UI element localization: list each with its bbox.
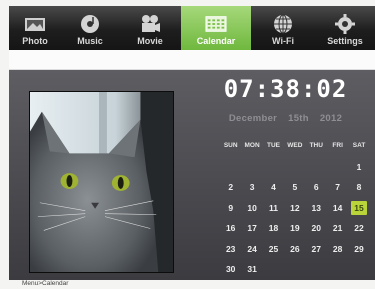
empty-day-cell bbox=[263, 157, 284, 178]
day-cell[interactable]: 28 bbox=[327, 239, 348, 260]
day-cell[interactable]: 13 bbox=[306, 198, 327, 219]
breadcrumb: Menu>Calendar bbox=[22, 280, 69, 287]
date-day: 15th bbox=[288, 113, 309, 124]
day-cell[interactable]: 24 bbox=[241, 239, 262, 260]
tab-label-settings: Settings bbox=[327, 36, 363, 46]
tab-label-photo: Photo bbox=[22, 36, 48, 46]
day-cell[interactable]: 31 bbox=[241, 259, 262, 280]
gear-icon bbox=[334, 14, 356, 34]
tab-label-movie: Movie bbox=[137, 36, 163, 46]
empty-day-cell bbox=[327, 157, 348, 178]
day-cell[interactable]: 30 bbox=[220, 259, 241, 280]
empty-day-cell bbox=[241, 157, 262, 178]
day-cell[interactable]: 2 bbox=[220, 177, 241, 198]
calendar-screen: 07:38:02 December 15th 2012 SUN MON TUE WED… bbox=[9, 70, 375, 280]
day-cell[interactable]: 23 bbox=[220, 239, 241, 260]
weekday-header: SAT bbox=[352, 142, 366, 149]
day-cell[interactable]: 5 bbox=[284, 177, 305, 198]
day-cell[interactable]: 3 bbox=[241, 177, 262, 198]
tab-label-calendar: Calendar bbox=[196, 36, 236, 46]
empty-day-cell bbox=[306, 259, 327, 280]
day-cell[interactable]: 19 bbox=[284, 218, 305, 239]
day-cell[interactable]: 11 bbox=[263, 198, 284, 219]
cat-photo bbox=[30, 92, 173, 272]
day-cell[interactable]: 16 bbox=[220, 218, 241, 239]
current-date: December 15th 2012 bbox=[196, 108, 375, 130]
clock-time: 07:38:02 bbox=[223, 75, 348, 103]
day-cell[interactable]: 18 bbox=[263, 218, 284, 239]
movie-icon bbox=[139, 14, 161, 34]
day-cell[interactable]: 26 bbox=[284, 239, 305, 260]
weekday-header: THU bbox=[309, 142, 323, 149]
music-icon bbox=[79, 14, 101, 34]
date-year: 2012 bbox=[319, 113, 343, 124]
tab-label-wifi: Wi-Fi bbox=[272, 36, 294, 46]
empty-day-cell bbox=[348, 259, 369, 280]
day-cell[interactable]: 21 bbox=[327, 218, 348, 239]
weekday-header: SUN bbox=[223, 142, 238, 149]
weekday-header: MON bbox=[244, 142, 260, 149]
empty-day-cell bbox=[284, 259, 305, 280]
photo-icon bbox=[24, 14, 46, 34]
empty-day-cell bbox=[327, 259, 348, 280]
empty-day-cell bbox=[284, 157, 305, 178]
day-cell[interactable]: 25 bbox=[263, 239, 284, 260]
day-cell[interactable]: 14 bbox=[327, 198, 348, 219]
day-cell[interactable]: 22 bbox=[348, 218, 369, 239]
day-cell[interactable]: 27 bbox=[306, 239, 327, 260]
tab-calendar[interactable]: Calendar bbox=[181, 6, 251, 50]
tab-music[interactable]: Music bbox=[61, 6, 119, 50]
globe-icon bbox=[272, 14, 294, 34]
tab-settings[interactable]: Settings bbox=[315, 6, 375, 50]
date-month: December bbox=[228, 113, 278, 124]
day-cell[interactable]: 17 bbox=[241, 218, 262, 239]
empty-day-cell bbox=[306, 157, 327, 178]
day-cell[interactable]: 6 bbox=[306, 177, 327, 198]
day-cell[interactable]: 10 bbox=[241, 198, 262, 219]
tab-photo[interactable]: Photo bbox=[9, 6, 61, 50]
calendar-panel: 07:38:02 December 15th 2012 SUN MON TUE WED… bbox=[196, 70, 375, 280]
empty-day-cell bbox=[263, 259, 284, 280]
calendar-grid: SUN MON TUE WED THU FRI SAT 1 2 3 4 5 6 7 8 9 10 11 12 13 14… bbox=[220, 136, 370, 280]
weekday-header: WED bbox=[287, 142, 303, 149]
empty-day-cell bbox=[220, 157, 241, 178]
day-cell[interactable]: 29 bbox=[348, 239, 369, 260]
sub-strip bbox=[9, 50, 375, 70]
top-nav-bar: Photo Music Movie Calendar Wi-Fi Setting… bbox=[9, 6, 375, 50]
day-cell[interactable]: 4 bbox=[263, 177, 284, 198]
calendar-icon bbox=[205, 14, 227, 34]
day-cell[interactable]: 12 bbox=[284, 198, 305, 219]
photo-frame bbox=[29, 91, 174, 273]
tab-label-music: Music bbox=[77, 36, 103, 46]
weekday-header: TUE bbox=[266, 142, 280, 149]
tab-movie[interactable]: Movie bbox=[119, 6, 181, 50]
day-cell[interactable]: 20 bbox=[306, 218, 327, 239]
day-cell[interactable]: 1 bbox=[348, 157, 369, 178]
tab-wifi[interactable]: Wi-Fi bbox=[251, 6, 315, 50]
day-cell[interactable]: 8 bbox=[348, 177, 369, 198]
day-cell[interactable]: 9 bbox=[220, 198, 241, 219]
weekday-header: FRI bbox=[332, 142, 343, 149]
today-cell[interactable]: 15 bbox=[351, 200, 367, 215]
day-cell[interactable]: 7 bbox=[327, 177, 348, 198]
